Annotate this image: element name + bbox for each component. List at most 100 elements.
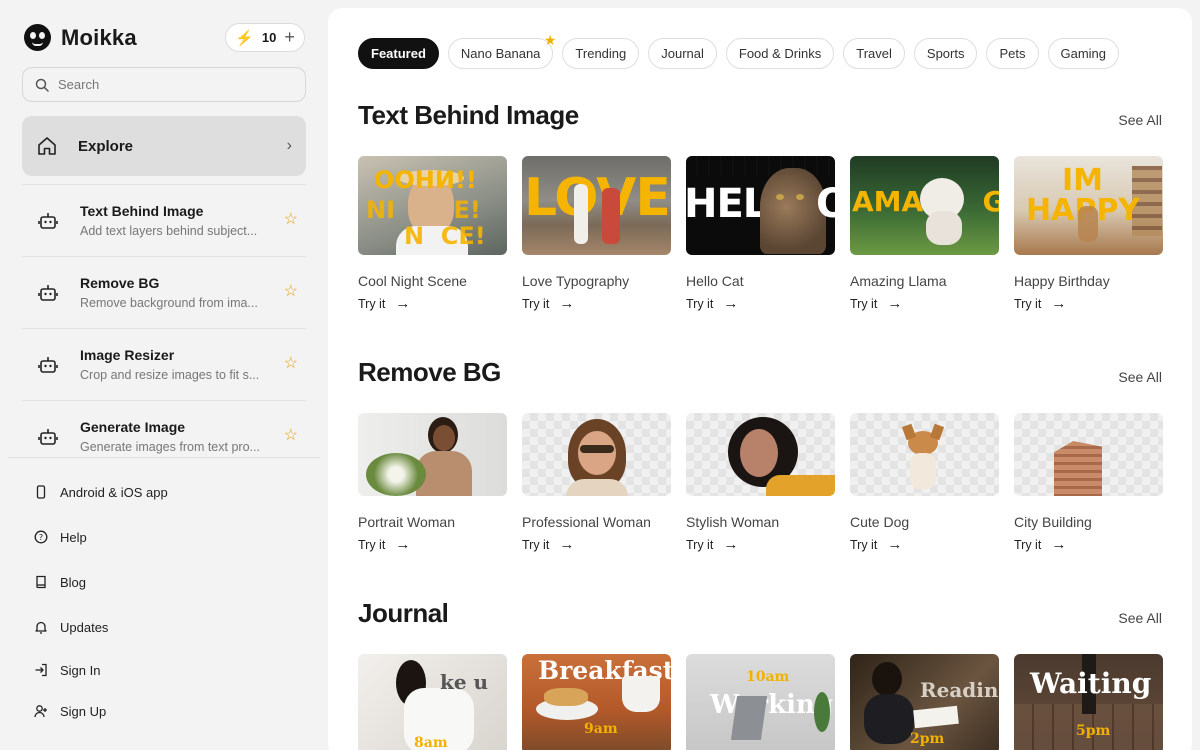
card-title: Amazing Llama	[850, 273, 947, 289]
robot-icon	[38, 356, 58, 373]
card-thumbnail: Reading 2pm	[850, 654, 999, 750]
arrow-right-icon: →	[1051, 536, 1067, 553]
brand[interactable]: Moikka	[24, 24, 137, 51]
try-label: Try it	[1014, 537, 1042, 552]
tool-item-image-resizer[interactable]: Image Resizer Crop and resize images to …	[22, 328, 306, 400]
template-card[interactable]: City Building Try it →	[1014, 413, 1163, 553]
chip-travel[interactable]: Travel	[843, 38, 905, 69]
template-card[interactable]: IM HAPPY Happy Birthday Try it →	[1014, 156, 1163, 312]
try-label: Try it	[686, 296, 714, 311]
tool-item-remove-bg[interactable]: Remove BG Remove background from ima... …	[22, 256, 306, 328]
chip-trending[interactable]: Trending	[562, 38, 640, 69]
card-title: Cute Dog	[850, 514, 910, 530]
try-it-link[interactable]: Try it →	[358, 536, 507, 553]
robot-icon	[38, 428, 58, 445]
try-it-link[interactable]: Try it →	[358, 295, 507, 312]
time-label: 10am	[746, 669, 790, 685]
arrow-right-icon: →	[395, 536, 411, 553]
chevron-right-icon: ›	[286, 137, 292, 154]
chip-sports[interactable]: Sports	[913, 38, 978, 69]
template-card[interactable]: Waiting 5pm	[1014, 654, 1163, 750]
category-chips: Featured Nano Banana ★ Trending Journal F…	[358, 32, 1120, 69]
try-label: Try it	[358, 296, 386, 311]
link-mobile-app[interactable]: Android & iOS app	[34, 482, 168, 502]
search-input[interactable]	[58, 77, 288, 92]
favorite-star-icon[interactable]: ☆	[284, 425, 298, 445]
see-all-link[interactable]: See All	[1118, 369, 1162, 385]
link-sign-in[interactable]: Sign In	[34, 660, 100, 680]
template-card[interactable]: AMAZ G! Amazing Llama Try it →	[850, 156, 999, 312]
chip-journal[interactable]: Journal	[648, 38, 717, 69]
overlay-text: LOVE	[524, 168, 671, 228]
see-all-link[interactable]: See All	[1118, 610, 1162, 626]
section-title: Remove BG	[358, 357, 501, 387]
chip-pets[interactable]: Pets	[986, 38, 1039, 69]
template-card[interactable]: Portrait Woman Try it →	[358, 413, 507, 553]
try-it-link[interactable]: Try it →	[850, 536, 999, 553]
template-card[interactable]: Reading 2pm	[850, 654, 999, 750]
credits-button[interactable]: ⚡ 10 +	[225, 23, 305, 52]
link-blog[interactable]: Blog	[34, 572, 86, 592]
chip-gaming[interactable]: Gaming	[1047, 38, 1120, 69]
arrow-right-icon: →	[723, 295, 739, 312]
try-it-link[interactable]: Try it →	[1014, 295, 1163, 312]
book-icon	[36, 575, 46, 589]
link-updates[interactable]: Updates	[34, 617, 108, 637]
search-box[interactable]	[22, 67, 306, 102]
card-row: ke u 8am Breakfast 9am 10am Working Read…	[358, 654, 1163, 750]
plus-icon: +	[284, 27, 295, 47]
card-thumbnail: IM HAPPY	[1014, 156, 1163, 255]
card-thumbnail: HEL O	[686, 156, 835, 255]
card-thumbnail: ООНИ!! NI E! N CE!	[358, 156, 507, 255]
credits-count: 10	[261, 30, 277, 45]
try-it-link[interactable]: Try it →	[522, 295, 671, 312]
favorite-star-icon[interactable]: ☆	[284, 281, 298, 301]
card-title: City Building	[1014, 514, 1092, 530]
sign-in-icon	[35, 663, 47, 677]
card-title: Cool Night Scene	[358, 273, 467, 289]
sidebar: Moikka ⚡ 10 + Explore › Text Behind Imag…	[0, 0, 328, 750]
template-card[interactable]: Cute Dog Try it →	[850, 413, 999, 553]
tool-item-generate-image[interactable]: Generate Image Generate images from text…	[22, 400, 306, 457]
try-label: Try it	[358, 537, 386, 552]
card-thumbnail: Breakfast 9am	[522, 654, 671, 750]
card-title: Stylish Woman	[686, 514, 780, 530]
chip-nano-banana[interactable]: Nano Banana ★	[447, 32, 556, 69]
sidebar-divider	[8, 457, 320, 458]
main-content: Featured Nano Banana ★ Trending Journal F…	[328, 8, 1192, 750]
template-card[interactable]: Breakfast 9am	[522, 654, 671, 750]
chip-food-drinks[interactable]: Food & Drinks	[725, 38, 835, 69]
nav-explore[interactable]: Explore ›	[22, 116, 306, 176]
tool-description: Crop and resize images to fit s...	[80, 368, 260, 382]
chip-featured[interactable]: Featured	[358, 38, 439, 69]
template-card[interactable]: LOVE Love Typography Try it →	[522, 156, 671, 312]
template-card[interactable]: HEL O Hello Cat Try it →	[686, 156, 835, 312]
arrow-right-icon: →	[559, 536, 575, 553]
lightning-icon: ⚡	[235, 29, 254, 47]
overlay-text: IM	[1062, 163, 1104, 198]
try-it-link[interactable]: Try it →	[686, 536, 835, 553]
try-label: Try it	[850, 296, 878, 311]
link-label: Android & iOS app	[60, 484, 168, 500]
brand-name: Moikka	[61, 24, 137, 50]
tool-item-text-behind-image[interactable]: Text Behind Image Add text layers behind…	[22, 184, 306, 256]
try-it-link[interactable]: Try it →	[686, 295, 835, 312]
favorite-star-icon[interactable]: ☆	[284, 209, 298, 229]
see-all-link[interactable]: See All	[1118, 112, 1162, 128]
star-badge-icon: ★	[543, 32, 557, 48]
link-sign-up[interactable]: Sign Up	[34, 701, 106, 721]
favorite-star-icon[interactable]: ☆	[284, 353, 298, 373]
template-card[interactable]: ООНИ!! NI E! N CE! Cool Night Scene Try …	[358, 156, 507, 312]
phone-icon	[36, 485, 46, 499]
template-card[interactable]: Professional Woman Try it →	[522, 413, 671, 553]
try-it-link[interactable]: Try it →	[522, 536, 671, 553]
link-help[interactable]: ? Help	[34, 527, 87, 547]
arrow-right-icon: →	[887, 536, 903, 553]
template-card[interactable]: 10am Working	[686, 654, 835, 750]
template-card[interactable]: Stylish Woman Try it →	[686, 413, 835, 553]
try-it-link[interactable]: Try it →	[850, 295, 999, 312]
try-it-link[interactable]: Try it →	[1014, 536, 1163, 553]
template-card[interactable]: ke u 8am	[358, 654, 507, 750]
arrow-right-icon: →	[723, 536, 739, 553]
tool-title: Remove BG	[80, 275, 160, 291]
